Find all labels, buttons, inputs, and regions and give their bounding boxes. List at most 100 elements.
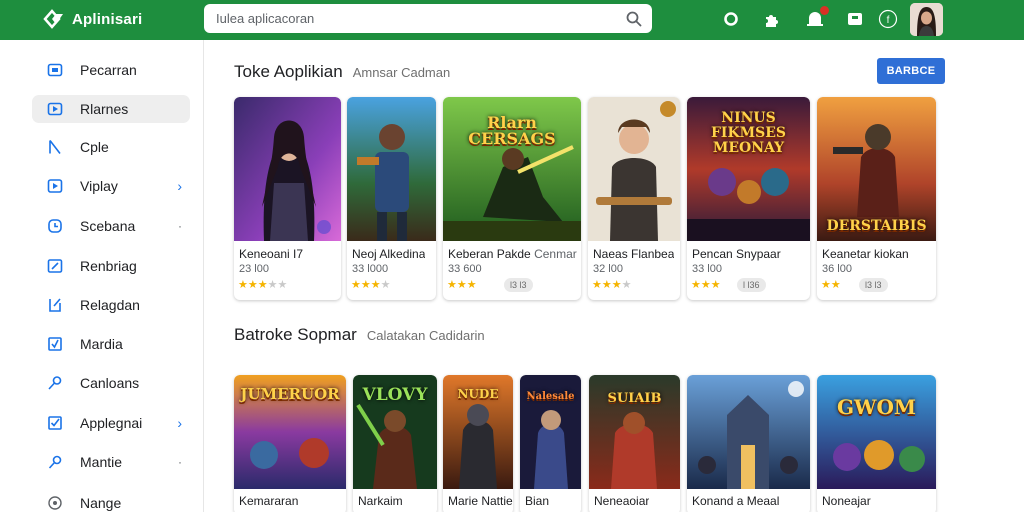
game-artwork: GWOM	[817, 375, 936, 489]
game-artwork: VLOVY	[353, 375, 437, 489]
sidebar-item-cple[interactable]: Cple	[32, 133, 190, 161]
favorite-icon[interactable]	[788, 381, 804, 397]
sidebar-item-applegnai[interactable]: Applegnai ›	[32, 409, 190, 437]
app-card[interactable]: SUIAIB Neneaoiar	[589, 375, 680, 512]
app-title: Narkaim	[358, 494, 403, 508]
sidebar-item-viplay[interactable]: Viplay ›	[32, 172, 190, 200]
sidebar-item-nange[interactable]: Nange	[32, 489, 190, 512]
section-title: Batroke Sopmar	[234, 325, 357, 344]
app-title: Pencan Snypaar	[692, 247, 781, 261]
app-downloads: 33 l000	[352, 263, 389, 275]
rating-badge: l3 l3	[859, 278, 888, 292]
app-card[interactable]: JUMERUOR Kemararan	[234, 375, 346, 512]
app-title: Noneajar	[822, 494, 871, 508]
app-card[interactable]: Naeas Flanbea 32 l00 ★★★★	[588, 97, 680, 300]
sidebar-item-label: Canloans	[80, 375, 140, 391]
sidebar-item-label: Scebana	[80, 218, 136, 234]
bookmark-icon	[46, 138, 64, 156]
sidebar-item-label: Viplay	[80, 178, 118, 194]
section-subtitle: Amnsar Cadman	[352, 65, 451, 80]
app-card[interactable]: NUDE Marie Nattie	[443, 375, 513, 512]
app-card[interactable]: Rlarn CERSAGS Keberan Pakde Cenmar 33 60…	[443, 97, 581, 300]
game-artwork: SUIAIB	[589, 375, 680, 489]
sidebar-item-home[interactable]: Pecarran	[32, 56, 190, 84]
games-icon	[46, 100, 64, 118]
location-icon	[46, 494, 64, 512]
app-card[interactable]: Konand a Meaal	[687, 375, 810, 512]
rating-stars: ★★★	[447, 279, 477, 291]
help-icon[interactable]: f	[876, 7, 900, 31]
logo-icon	[43, 9, 63, 29]
circle-icon[interactable]	[719, 7, 743, 31]
section-header: Toke Aoplikian Amnsar Cadman	[234, 62, 450, 82]
more-dot-icon: ·	[178, 219, 182, 233]
app-card[interactable]: NINUS FIKMSES MEONAY Pencan Snypaar 33 l…	[687, 97, 810, 300]
sidebar-item-mantie[interactable]: Mantie ·	[32, 448, 190, 476]
check-icon	[46, 335, 64, 353]
see-more-button[interactable]: BARBCE	[877, 58, 945, 84]
section-header: Batroke Sopmar Calatakan Cadidarin	[234, 325, 485, 345]
app-card[interactable]: GWOM Noneajar	[817, 375, 936, 512]
top-bar: Aplinisari f	[0, 0, 1024, 40]
game-artwork-title: NUDE	[457, 387, 499, 401]
app-title: Neneaoiar	[594, 494, 650, 508]
sidebar-item-label: Pecarran	[80, 62, 137, 78]
sidebar: Pecarran Rlarnes Cple Viplay › Scebana ·…	[0, 40, 204, 512]
chevron-right-icon[interactable]: ›	[177, 178, 182, 194]
app-card[interactable]: VLOVY Narkaim	[353, 375, 437, 512]
app-title: Neoj Alkedina	[352, 247, 426, 261]
search-input[interactable]	[216, 11, 626, 26]
checkbox-icon	[46, 414, 64, 432]
app-card[interactable]: Keneoani I7 23 l00 ★★★★★	[234, 97, 341, 300]
app-title: Konand a Meaal	[692, 494, 780, 508]
more-dot-icon: ·	[178, 455, 182, 469]
game-artwork-title: GWOM	[836, 395, 917, 419]
game-artwork-title: NINUS FIKMSES MEONAY	[710, 110, 787, 156]
sidebar-item-label: Mantie	[80, 454, 123, 470]
app-downloads: 23 l00	[239, 263, 269, 275]
app-title: Aplinisari	[72, 10, 143, 28]
app-title: Kemararan	[239, 494, 299, 508]
home-icon	[46, 61, 64, 79]
app-downloads: 36 l00	[822, 263, 852, 275]
game-artwork	[588, 97, 680, 241]
app-title: Keanetar kiokan	[822, 247, 909, 261]
pen-icon	[46, 453, 64, 471]
share-icon	[46, 296, 64, 314]
sidebar-item-games[interactable]: Rlarnes	[32, 95, 190, 123]
app-downloads: 32 l00	[593, 263, 623, 275]
app-logo[interactable]: Aplinisari	[42, 8, 142, 30]
app-downloads: 33 l00	[692, 263, 722, 275]
notifications-icon[interactable]	[803, 6, 829, 31]
puzzle-icon[interactable]	[760, 7, 784, 31]
app-card[interactable]: DERSTAIBIS Keanetar kiokan 36 l00 ★★ l3 …	[817, 97, 936, 300]
sidebar-item-label: Mardia	[80, 336, 123, 352]
sidebar-item-label: Applegnai	[80, 415, 143, 431]
clock-icon	[46, 217, 64, 235]
search-bar[interactable]	[204, 4, 652, 33]
sidebar-item-mardia[interactable]: Mardia	[32, 330, 190, 358]
chevron-right-icon[interactable]: ›	[177, 415, 182, 431]
sidebar-item-label: Rlarnes	[80, 101, 129, 117]
rating-stars: ★★★	[691, 279, 721, 291]
game-artwork: Nalesale	[520, 375, 581, 489]
section-subtitle: Calatakan Cadidarin	[366, 328, 485, 343]
search-icon[interactable]	[626, 11, 642, 27]
rating-badge: l3 l3	[504, 278, 533, 292]
section-title: Toke Aoplikian	[234, 62, 343, 81]
sidebar-item-canloans[interactable]: Canloans	[32, 369, 190, 397]
rating-stars: ★★★★★	[238, 279, 288, 291]
app-card[interactable]: Neoj Alkedina 33 l000 ★★★★	[347, 97, 436, 300]
game-artwork-title: DERSTAIBIS	[826, 218, 927, 234]
apps-icon[interactable]	[843, 7, 867, 31]
app-card[interactable]: Nalesale Bian	[520, 375, 581, 512]
game-artwork-title: Nalesale	[526, 391, 575, 402]
game-artwork	[234, 97, 341, 241]
sidebar-item-relagdan[interactable]: Relagdan	[32, 291, 190, 319]
play-icon	[46, 177, 64, 195]
avatar[interactable]	[910, 3, 943, 36]
rating-badge: l l36	[737, 278, 766, 292]
sidebar-item-scebana[interactable]: Scebana ·	[32, 212, 190, 240]
sidebar-item-renbriag[interactable]: Renbriag	[32, 252, 190, 280]
app-title: Marie Nattie	[448, 494, 513, 508]
